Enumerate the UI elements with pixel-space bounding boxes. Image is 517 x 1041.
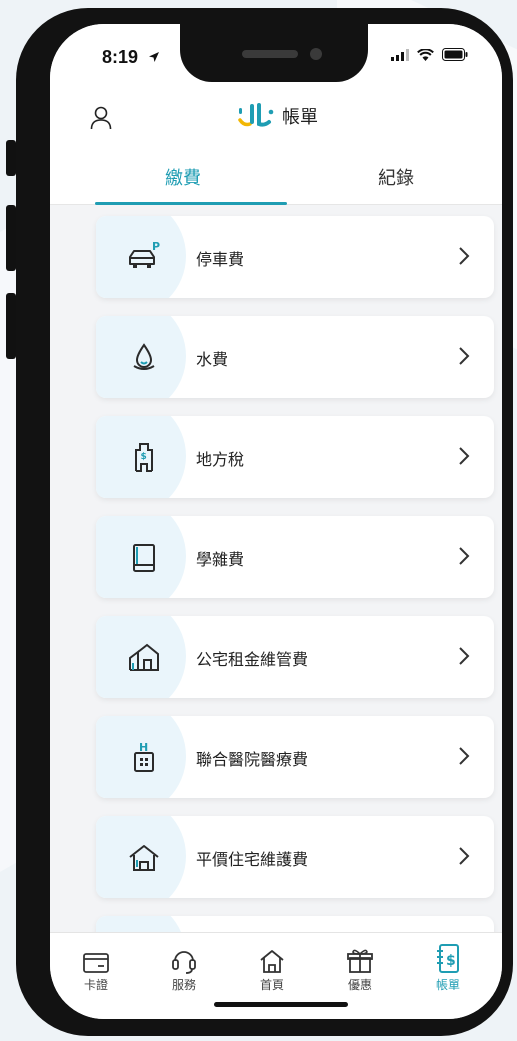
house-icon (129, 845, 159, 871)
card-icon (83, 953, 109, 973)
bill-item-label: 聯合醫院醫療費 (196, 750, 309, 769)
cellular-signal-icon (391, 48, 409, 61)
bill-item-parking[interactable]: P 停車費 (96, 216, 494, 298)
volume-down-button (6, 293, 16, 359)
notch (180, 24, 368, 82)
nav-home[interactable]: 首頁 (242, 941, 302, 993)
tax-building-icon: $ (135, 443, 153, 472)
bill-item-label: 平價住宅維護費 (196, 850, 309, 869)
mute-switch (6, 140, 16, 176)
bill-list: P 停車費 水費 $ 地方稅 學雜費 公宅租金維管費 H 聯合醫院醫療費 平價住… (50, 206, 502, 936)
gift-icon (347, 949, 373, 973)
active-tab-indicator (95, 202, 287, 205)
camera (310, 48, 322, 60)
bill-item-public-housing[interactable]: 公宅租金維管費 (96, 616, 494, 698)
water-drop-icon (133, 343, 155, 370)
bill-icon: $ (437, 944, 459, 973)
speaker (242, 50, 298, 58)
profile-icon[interactable] (90, 106, 112, 130)
phone-frame: 8:19 帳單 繳費 紀錄 P 停車費 水費 $ 地方稅 學雜費 公宅租金維管費… (16, 8, 513, 1036)
nav-label: 優惠 (347, 978, 372, 992)
app-header: 帳單 (50, 88, 502, 146)
nav-label: 卡證 (83, 978, 108, 992)
bill-item-label: 地方稅 (196, 450, 245, 469)
chevron-right-icon (459, 747, 470, 765)
svg-text:$: $ (446, 953, 456, 969)
nav-bills[interactable]: $ 帳單 (418, 941, 478, 993)
app-logo-icon (238, 103, 274, 127)
chevron-right-icon (459, 647, 470, 665)
bill-item-label: 學雜費 (196, 550, 245, 569)
bill-item-local-tax[interactable]: $ 地方稅 (96, 416, 494, 498)
nav-offers[interactable]: 優惠 (330, 941, 390, 993)
nav-label: 首頁 (259, 978, 284, 992)
nav-services[interactable]: 服務 (154, 941, 214, 993)
bill-item-label: 停車費 (196, 250, 245, 269)
bill-item-tuition[interactable]: 學雜費 (96, 516, 494, 598)
battery-icon (442, 48, 468, 61)
nav-label: 帳單 (435, 978, 460, 992)
volume-up-button (6, 205, 16, 271)
wifi-icon (417, 48, 434, 61)
status-time: 8:19 (102, 47, 139, 67)
public-housing-icon (129, 643, 159, 671)
chevron-right-icon (459, 347, 470, 365)
chevron-right-icon (459, 247, 470, 265)
brand: 帳單 (236, 102, 318, 130)
bill-item-label: 水費 (196, 350, 229, 369)
headset-icon (172, 951, 196, 974)
home-icon (260, 950, 284, 973)
bill-item-label: 公宅租金維管費 (196, 650, 309, 669)
tab-payment[interactable]: 繳費 (165, 164, 201, 190)
svg-text:$: $ (141, 452, 147, 462)
bill-item-affordable-housing[interactable]: 平價住宅維護費 (96, 816, 494, 898)
tab-bar: 繳費 紀錄 (50, 146, 502, 205)
tab-records[interactable]: 紀錄 (378, 164, 414, 190)
book-icon (133, 544, 155, 572)
chevron-right-icon (459, 547, 470, 565)
svg-text:P: P (152, 240, 160, 253)
chevron-right-icon (459, 447, 470, 465)
page-title: 帳單 (282, 107, 318, 128)
home-indicator (214, 1002, 348, 1007)
location-arrow-icon (149, 52, 159, 62)
nav-label: 服務 (171, 978, 196, 992)
nav-cards[interactable]: 卡證 (66, 941, 126, 993)
bill-item-water[interactable]: 水費 (96, 316, 494, 398)
screen: 8:19 帳單 繳費 紀錄 P 停車費 水費 $ 地方稅 學雜費 公宅租金維管費… (50, 24, 502, 1019)
hospital-icon: H (134, 741, 154, 772)
car-parking-icon: P (129, 240, 160, 268)
bill-item-hospital[interactable]: H 聯合醫院醫療費 (96, 716, 494, 798)
chevron-right-icon (459, 847, 470, 865)
